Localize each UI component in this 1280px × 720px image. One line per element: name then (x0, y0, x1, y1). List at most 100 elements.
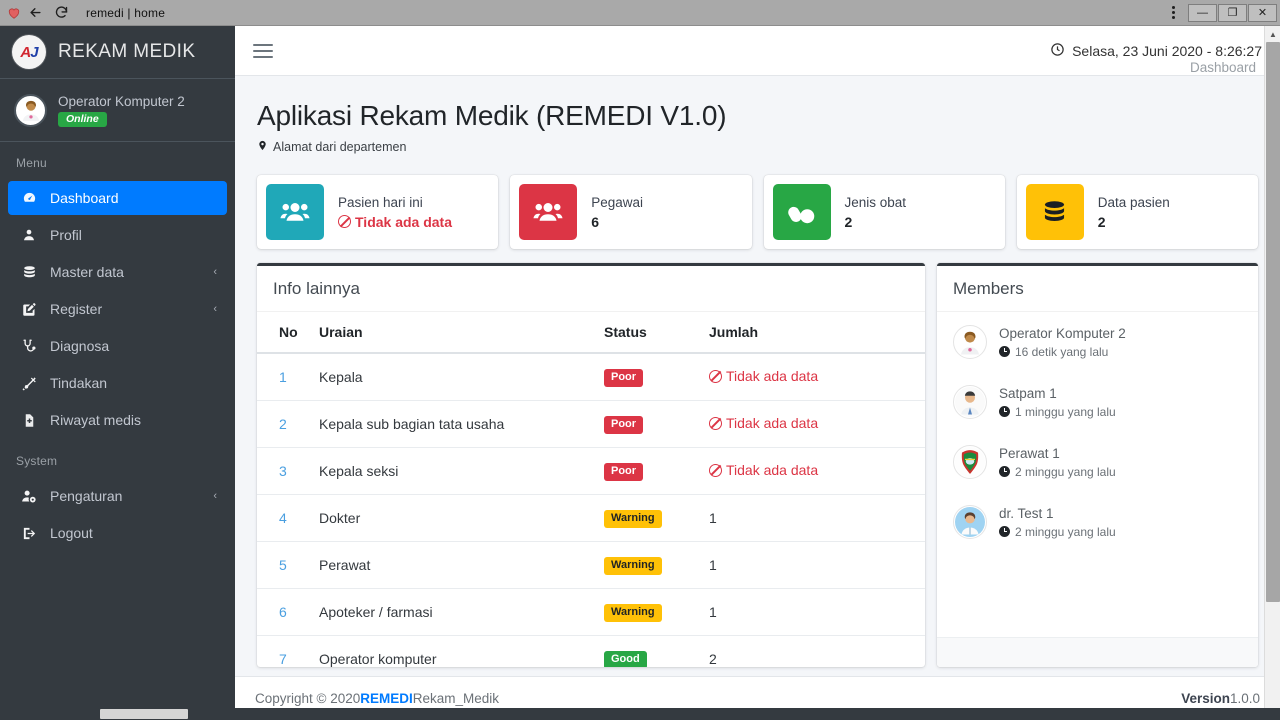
stat-card[interactable]: Jenis obat 2 (763, 175, 1005, 249)
kebab-menu-icon[interactable] (1162, 2, 1184, 24)
sidebar-item-tindakan[interactable]: Tindakan (8, 366, 227, 400)
sidebar-item-label: Riwayat medis (50, 412, 142, 428)
stat-card-label: Pegawai (591, 194, 644, 210)
sidebar-item-label: Pengaturan (50, 488, 123, 504)
clock-icon (1050, 42, 1065, 60)
scroll-up-arrow-icon[interactable]: ▲ (1265, 26, 1280, 42)
sidebar-nav-system: Pengaturan ‹ Logout (0, 479, 235, 550)
cell-jumlah-text: 2 (709, 651, 717, 667)
dashboard-icon (18, 191, 40, 206)
status-badge: Warning (604, 557, 662, 575)
sidebar-user-panel[interactable]: Operator Komputer 2 Online (0, 79, 235, 142)
table-row[interactable]: 4 Dokter Warning 1 (257, 494, 925, 542)
info-table: No Uraian Status Jumlah 1 Kepala Poor Tidak… (257, 312, 925, 667)
sidebar-item-label: Tindakan (50, 375, 108, 391)
stat-card-label: Jenis obat (844, 194, 907, 210)
address-bar-text[interactable]: remedi | home (86, 6, 165, 20)
table-row[interactable]: 3 Kepala seksi Poor Tidak ada data (257, 447, 925, 495)
cell-jumlah: Tidak ada data (709, 447, 925, 495)
stat-card-value: 6 (591, 214, 643, 230)
syringe-icon (18, 376, 40, 391)
table-row[interactable]: 1 Kepala Poor Tidak ada data (257, 353, 925, 401)
datetime-display: Selasa, 23 Juni 2020 - 8:26:27 (1050, 42, 1262, 60)
page-subtitle: Alamat dari departemen (257, 139, 1258, 155)
user-gear-icon (18, 489, 40, 504)
top-navbar: Selasa, 23 Juni 2020 - 8:26:27 (235, 26, 1280, 76)
user-name: Operator Komputer 2 (58, 93, 185, 109)
info-table-head: No Uraian Status Jumlah (257, 312, 925, 354)
sidebar-item-dashboard[interactable]: Dashboard (8, 181, 227, 215)
breadcrumb[interactable]: Dashboard (1190, 60, 1256, 75)
sidebar: AJ REKAM MEDIK Operator Komputer 2 Onlin… (0, 26, 235, 720)
stethoscope-icon (18, 339, 40, 354)
column-header-uraian: Uraian (319, 312, 604, 354)
logo-letter-j: J (30, 43, 38, 61)
sidebar-item-register[interactable]: Register ‹ (8, 292, 227, 326)
minimize-button[interactable]: — (1188, 3, 1217, 22)
users-icon (519, 184, 578, 240)
member-time: 1 minggu yang lalu (998, 405, 1116, 419)
sidebar-item-master-data[interactable]: Master data ‹ (8, 255, 227, 289)
stat-card[interactable]: Data pasien 2 (1016, 175, 1258, 249)
member-body: Operator Komputer 2 16 detik yang lalu (998, 326, 1126, 359)
hamburger-icon[interactable] (249, 37, 277, 65)
brand-link[interactable]: AJ REKAM MEDIK (0, 26, 235, 79)
close-button[interactable]: ✕ (1248, 3, 1277, 22)
user-icon (18, 228, 40, 242)
back-arrow-icon[interactable] (22, 2, 48, 24)
table-row[interactable]: 7 Operator komputer Good 2 (257, 635, 925, 667)
stat-cards-row: Pasien hari ini Tidak ada data Pegawai 6 Jen… (235, 167, 1280, 249)
column-header-jumlah: Jumlah (709, 312, 925, 354)
maximize-button[interactable]: ❐ (1218, 3, 1247, 22)
cell-no: 7 (257, 635, 319, 667)
database-icon (18, 265, 40, 280)
member-body: dr. Test 1 2 minggu yang lalu (998, 506, 1116, 539)
stat-card-label: Pasien hari ini (338, 194, 423, 210)
list-item[interactable]: dr. Test 1 2 minggu yang lalu (937, 492, 1258, 552)
cell-jumlah-text: Tidak ada data (726, 462, 819, 479)
main-content: Selasa, 23 Juni 2020 - 8:26:27 Aplikasi … (235, 26, 1280, 720)
members-panel-footer (936, 637, 1258, 667)
footer-brand-link[interactable]: REMEDI (360, 691, 413, 706)
sidebar-item-profil[interactable]: Profil (8, 218, 227, 252)
stat-card-value: 2 (845, 214, 907, 230)
member-time: 2 minggu yang lalu (998, 525, 1116, 539)
table-row[interactable]: 2 Kepala sub bagian tata usaha Poor Tidak a… (257, 400, 925, 448)
sidebar-item-riwayat-medis[interactable]: Riwayat medis (8, 403, 227, 437)
sidebar-item-label: Register (50, 301, 103, 317)
member-time: 2 minggu yang lalu (998, 465, 1116, 479)
member-avatar-satpam (952, 385, 987, 419)
stat-card[interactable]: Pegawai 6 (510, 175, 752, 249)
member-avatar-perawat (952, 445, 987, 479)
chevron-left-icon: ‹ (213, 266, 217, 278)
page-header: Aplikasi Rekam Medik (REMEDI V1.0) Alama… (235, 60, 1280, 167)
vertical-scrollbar-thumb[interactable] (1266, 42, 1280, 602)
sidebar-item-logout[interactable]: Logout (8, 516, 227, 550)
list-item[interactable]: Operator Komputer 2 16 detik yang lalu (937, 312, 1258, 372)
stat-card-value: Tidak ada data (338, 214, 452, 230)
vertical-scrollbar[interactable]: ▲ ▼ (1264, 26, 1280, 720)
cell-jumlah: 1 (709, 541, 925, 589)
heart-favicon (6, 5, 22, 21)
stat-card-value-text: 2 (1097, 213, 1106, 230)
no-data-icon (338, 215, 351, 228)
avatar (14, 93, 47, 127)
sidebar-item-diagnosa[interactable]: Diagnosa (8, 329, 227, 363)
cell-jumlah-text: Tidak ada data (726, 415, 819, 432)
table-row[interactable]: 5 Perawat Warning 1 (257, 541, 925, 589)
cell-status: Good (604, 635, 709, 667)
cell-uraian: Kepala seksi (319, 447, 604, 495)
status-badge: Good (604, 651, 647, 667)
datetime-text: Selasa, 23 Juni 2020 - 8:26:27 (1072, 42, 1262, 59)
reload-icon[interactable] (48, 2, 74, 24)
horizontal-scrollbar[interactable] (0, 708, 1280, 720)
cell-uraian: Apoteker / farmasi (319, 588, 604, 636)
stat-card[interactable]: Pasien hari ini Tidak ada data (257, 175, 499, 249)
list-item[interactable]: Perawat 1 2 minggu yang lalu (937, 432, 1258, 492)
no-data-value: Tidak ada data (709, 415, 818, 431)
stat-card-value-text: 6 (591, 213, 600, 230)
table-row[interactable]: 6 Apoteker / farmasi Warning 1 (257, 588, 925, 636)
horizontal-scrollbar-thumb[interactable] (100, 709, 188, 719)
sidebar-item-pengaturan[interactable]: Pengaturan ‹ (8, 479, 227, 513)
list-item[interactable]: Satpam 1 1 minggu yang lalu (937, 372, 1258, 432)
